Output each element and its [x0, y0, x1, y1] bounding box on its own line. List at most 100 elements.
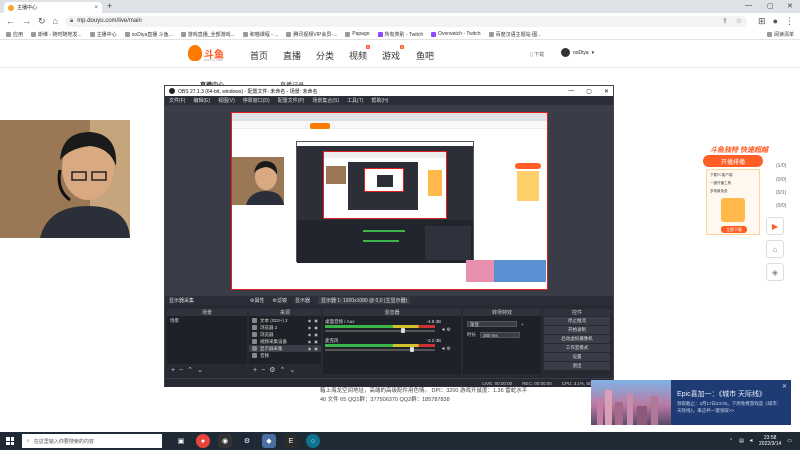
obs-icon[interactable]: ◉ [218, 434, 232, 448]
lock-icon[interactable]: ▣ [314, 325, 318, 330]
clock[interactable]: 23:58 2022/3/14 [759, 435, 781, 447]
bookmark-item[interactable]: 主播中心 [89, 31, 117, 38]
speaker-icon[interactable]: 🔊︎ ⚙ [442, 327, 451, 333]
nav-live[interactable]: 直播 [283, 49, 301, 62]
download-link[interactable]: ▯ 下载 [530, 51, 544, 58]
slider-knob[interactable] [401, 328, 406, 333]
menu-edit[interactable]: 编辑(E) [193, 97, 210, 104]
new-tab-button[interactable]: + [107, 1, 112, 11]
close-icon[interactable]: ✕ [604, 88, 609, 95]
remove-scene-icon[interactable]: − [179, 367, 183, 374]
douyu-logo[interactable]: 斗鱼 DOUYU.COM [188, 44, 228, 64]
eye-icon[interactable]: ◉ [308, 325, 312, 330]
notification-icon[interactable]: ▭ [787, 438, 792, 444]
remove-source-icon[interactable]: − [261, 367, 265, 374]
address-bar[interactable]: 🔒︎ mp.douyu.com/live/main ⇪ ☆ [64, 15, 748, 27]
user-menu[interactable]: ooDiya ▾ [561, 48, 594, 57]
move-up-icon[interactable]: ⌃ [187, 366, 193, 374]
menu-profile[interactable]: 配置文件(P) [278, 97, 305, 104]
taskbar-search[interactable]: ⌕ 在这里输入你要搜索的内容 [22, 434, 162, 448]
chrome-icon[interactable]: ● [196, 434, 210, 448]
back-icon[interactable]: ← [6, 16, 15, 26]
settings-button[interactable]: 设置 [544, 353, 610, 361]
menu-tools[interactable]: 工具(T) [347, 97, 363, 104]
reload-icon[interactable]: ↻ [38, 16, 46, 27]
browser-tab[interactable]: 主播中心 × [4, 2, 102, 13]
add-source-icon[interactable]: + [253, 367, 257, 374]
source-item[interactable]: 浏览器 ◉ ▣ [249, 331, 321, 338]
eye-icon[interactable]: ◉ [308, 332, 312, 337]
app-icon[interactable]: ○ [306, 434, 320, 448]
move-up-icon[interactable]: ⌃ [279, 366, 285, 374]
eye-icon[interactable]: ◉ [308, 318, 312, 323]
menu-help[interactable]: 帮助(H) [371, 97, 388, 104]
minimize-icon[interactable]: — [568, 88, 574, 95]
volume-icon[interactable]: 🔊︎ [750, 438, 753, 444]
maximize-icon[interactable]: ▢ [767, 2, 774, 10]
transition-select[interactable]: 渐变 [467, 321, 517, 327]
home-icon[interactable]: ⌂ [766, 240, 784, 258]
menu-file[interactable]: 文件(F) [169, 97, 185, 104]
exit-button[interactable]: 退出 [544, 362, 610, 370]
network-icon[interactable]: ▤ [739, 438, 744, 444]
bookmark-item[interactable]: 应用 [6, 31, 23, 38]
play-icon[interactable]: ▶ [766, 217, 784, 235]
display-select[interactable]: 显示器 1: 1920x1080 @ 0,0 (主显示器) [318, 297, 411, 304]
add-transition-icon[interactable]: + [521, 322, 524, 327]
source-item[interactable]: 浏览器 2 ◉ ▣ [249, 324, 321, 331]
forward-icon[interactable]: → [22, 16, 31, 26]
source-item-selected[interactable]: 显示器采集 ◉ ▣ [249, 345, 321, 352]
source-item[interactable]: 文本 (GDI+) 2 ◉ ▣ [249, 317, 321, 324]
task-view-icon[interactable]: ▣ [174, 434, 188, 448]
lock-icon[interactable]: ▣ [314, 346, 318, 351]
filters-button[interactable]: ⚙滤镜 [273, 297, 287, 304]
bookmark-item[interactable]: 所有类别 - Twitch [377, 31, 423, 38]
studio-mode-button[interactable]: 工作室模式 [544, 344, 610, 352]
menu-icon[interactable]: ⋮ [785, 16, 794, 27]
lock-icon[interactable]: ▣ [314, 318, 318, 323]
close-window-icon[interactable]: ✕ [787, 2, 793, 10]
close-icon[interactable]: ✕ [782, 383, 787, 390]
add-scene-icon[interactable]: + [171, 367, 175, 374]
bookmark-item[interactable]: 游戏直播_全部游戏... [180, 31, 235, 38]
minimize-icon[interactable]: — [745, 2, 752, 9]
extensions-icon[interactable]: ⊞ [758, 16, 766, 27]
source-item[interactable]: 视频采集设备 ◉ ▣ [249, 338, 321, 345]
menu-scene-collection[interactable]: 场景集合(S) [312, 97, 339, 104]
epic-icon[interactable]: E [284, 434, 298, 448]
eye-icon[interactable]: ◉ [308, 339, 312, 344]
eye-icon[interactable]: ◉ [308, 346, 312, 351]
share-icon[interactable]: ⇪ [722, 17, 728, 25]
volume-slider[interactable] [325, 328, 435, 333]
slider-knob[interactable] [409, 347, 414, 352]
nav-home[interactable]: 首页 [250, 49, 268, 62]
app-icon[interactable]: ◆ [262, 434, 276, 448]
stop-streaming-button[interactable]: 停止推流 [544, 317, 610, 325]
maximize-icon[interactable]: ▢ [586, 88, 592, 95]
bookmark-item[interactable]: 腾讯视频VIP会员-... [286, 31, 337, 38]
volume-slider[interactable] [325, 347, 435, 352]
nav-category[interactable]: 分类 [316, 49, 334, 62]
nav-games[interactable]: 游戏 [382, 49, 400, 62]
bookmark-item[interactable]: 和喵课程 - ... [242, 31, 278, 38]
chevron-up-icon[interactable]: ⌃ [729, 438, 733, 444]
star-icon[interactable]: ☆ [736, 17, 742, 25]
virtual-camera-button[interactable]: 启动虚拟摄像机 [544, 335, 610, 343]
obs-preview[interactable] [165, 105, 613, 296]
menu-docks[interactable]: 停靠窗口(D) [243, 97, 270, 104]
scene-item[interactable]: 场景 [167, 317, 247, 324]
duration-input[interactable]: 300 ms [480, 332, 520, 338]
start-button[interactable] [0, 432, 20, 450]
close-tab-icon[interactable]: × [94, 5, 98, 11]
menu-view[interactable]: 视图(V) [218, 97, 235, 104]
lock-icon[interactable]: ▣ [314, 332, 318, 337]
nav-video[interactable]: 视频 [349, 49, 367, 62]
bookmark-item[interactable]: 百度汉语主题站·图... [488, 31, 541, 38]
source-item[interactable]: 音频 [249, 352, 321, 359]
ad-download-button[interactable]: 立即下载 [721, 226, 747, 233]
bookmark-item[interactable]: Papago [345, 31, 370, 37]
steam-icon[interactable]: ⚙ [240, 434, 254, 448]
bookmark-item[interactable]: Overwatch - Twitch [431, 31, 481, 37]
home-icon[interactable]: ⌂ [53, 16, 58, 26]
reading-list[interactable]: 阅读清单 [766, 31, 794, 38]
